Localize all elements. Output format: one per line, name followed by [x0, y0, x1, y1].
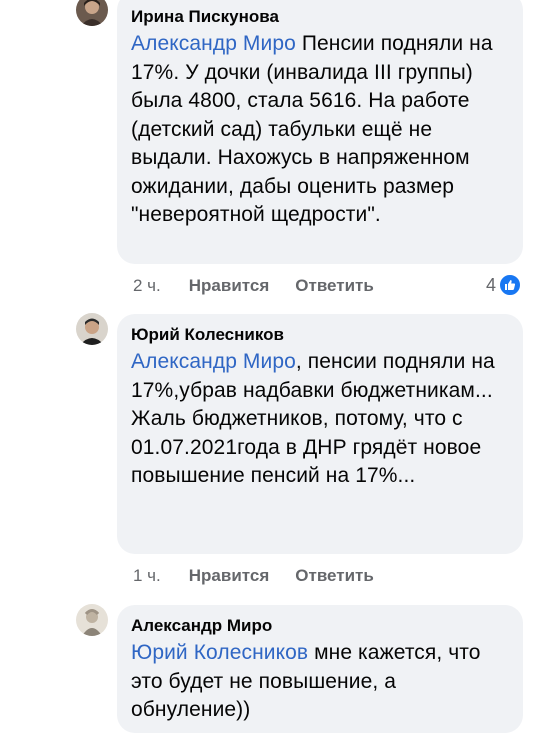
- comment-text: Александр Миро Пенсии подняли на 17%. У …: [131, 32, 493, 226]
- avatar[interactable]: [76, 0, 108, 26]
- comment-text: Александр Миро, пенсии подняли на 17%,уб…: [131, 350, 495, 487]
- comment-bubble: Юрий Колесников Александр Миро, пенсии п…: [117, 314, 523, 554]
- reaction-summary[interactable]: 4: [486, 273, 522, 297]
- comment-bubble: Ирина Пискунова Александр Миро Пенсии по…: [117, 0, 523, 264]
- like-button[interactable]: Нравится: [189, 566, 270, 586]
- comment-author[interactable]: Ирина Пискунова: [131, 6, 509, 28]
- reaction-count: 4: [485, 274, 496, 295]
- avatar[interactable]: [76, 313, 108, 345]
- comment-text: Юрий Колесников мне кажется, что это буд…: [131, 641, 481, 721]
- comment-bubble: Александр Миро Юрий Колесников мне кажет…: [117, 605, 523, 733]
- mention-link[interactable]: Александр Миро: [131, 32, 296, 55]
- reply-button[interactable]: Ответить: [295, 566, 374, 586]
- comment-author[interactable]: Юрий Колесников: [131, 324, 509, 346]
- like-icon: [498, 273, 522, 297]
- comment-author[interactable]: Александр Миро: [131, 615, 509, 637]
- mention-link[interactable]: Юрий Колесников: [131, 641, 308, 664]
- avatar[interactable]: [76, 604, 108, 636]
- comment-actions: 2 ч. Нравится Ответить: [133, 276, 400, 296]
- like-button[interactable]: Нравится: [189, 276, 270, 296]
- comment-time[interactable]: 2 ч.: [133, 276, 161, 296]
- comment-actions: 1 ч. Нравится Ответить: [133, 566, 400, 586]
- reply-button[interactable]: Ответить: [295, 276, 374, 296]
- mention-link[interactable]: Александр Миро: [131, 350, 296, 373]
- comment-time[interactable]: 1 ч.: [133, 566, 161, 586]
